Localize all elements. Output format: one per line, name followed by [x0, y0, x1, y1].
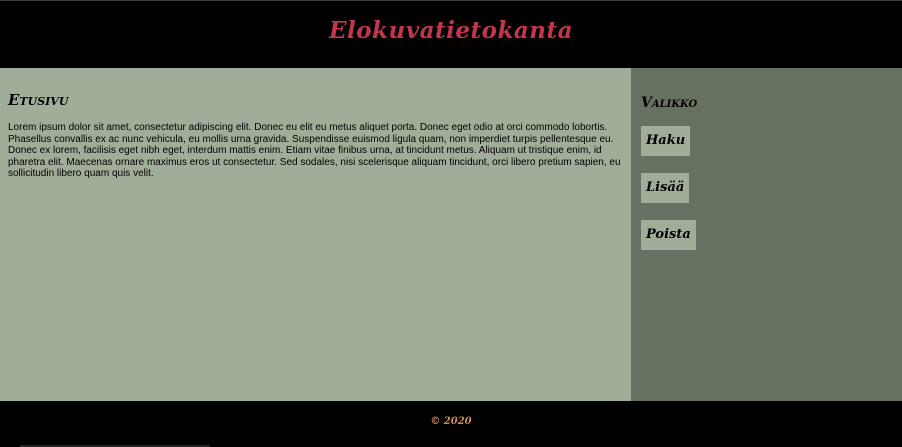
- menu-item-haku: Haku: [641, 126, 902, 156]
- main-content: Etusivu Lorem ipsum dolor sit amet, cons…: [0, 68, 631, 401]
- site-header: Elokuvatietokanta: [0, 1, 902, 68]
- menu-heading: Valikko: [641, 95, 698, 111]
- menu-item-poista: Poista: [641, 220, 902, 250]
- menu-list: Haku Lisää Poista: [641, 126, 902, 250]
- main-paragraph: Lorem ipsum dolor sit amet, consectetur …: [8, 122, 621, 179]
- page: Elokuvatietokanta Etusivu Lorem ipsum do…: [0, 0, 902, 447]
- menu-item-lisaa: Lisää: [641, 173, 902, 203]
- page-heading: Etusivu: [8, 91, 69, 109]
- sidebar-menu: Valikko Haku Lisää Poista: [631, 68, 902, 401]
- site-title: Elokuvatietokanta: [328, 17, 574, 44]
- lisaa-button[interactable]: Lisää: [641, 173, 690, 203]
- poista-button[interactable]: Poista: [641, 220, 696, 250]
- site-footer: © 2020: [0, 401, 902, 447]
- copyright-text: © 2020: [430, 416, 472, 427]
- haku-button[interactable]: Haku: [641, 126, 691, 156]
